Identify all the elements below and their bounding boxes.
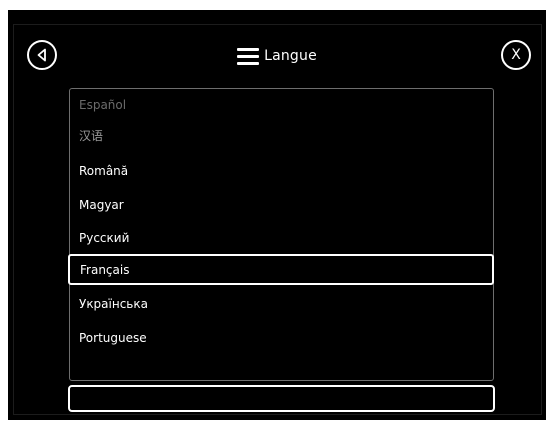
- language-item-russian[interactable]: Русский: [70, 222, 495, 253]
- close-button[interactable]: X: [501, 40, 531, 70]
- language-item-ukrainian[interactable]: Українська: [70, 288, 495, 319]
- list-item-label: Français: [80, 262, 130, 277]
- language-item-espanol[interactable]: Español: [70, 89, 495, 120]
- hamburger-menu-icon: [237, 47, 260, 65]
- language-item-portuguese[interactable]: Portuguese: [70, 322, 495, 353]
- list-item-label: Română: [79, 163, 129, 178]
- page-title: Langue: [264, 48, 317, 64]
- confirm-field[interactable]: [68, 385, 495, 412]
- header: Langue: [8, 44, 546, 68]
- language-item-chinese[interactable]: 汉语: [70, 120, 495, 151]
- list-item-label: Magyar: [79, 197, 124, 212]
- language-item-francais[interactable]: Français: [68, 254, 494, 285]
- list-item-label: 汉语: [79, 129, 104, 143]
- list-item-label: Українська: [79, 296, 148, 311]
- close-icon: X: [511, 47, 521, 63]
- list-item-label: Portuguese: [79, 330, 147, 345]
- list-item-label: Español: [79, 97, 127, 112]
- language-screen: Langue X Español 汉语 Română Magyar Русски…: [8, 10, 546, 420]
- language-item-magyar[interactable]: Magyar: [70, 189, 495, 220]
- language-item-romana[interactable]: Română: [70, 155, 495, 186]
- list-item-label: Русский: [79, 230, 130, 245]
- language-list[interactable]: Español 汉语 Română Magyar Русский Françai…: [68, 88, 495, 381]
